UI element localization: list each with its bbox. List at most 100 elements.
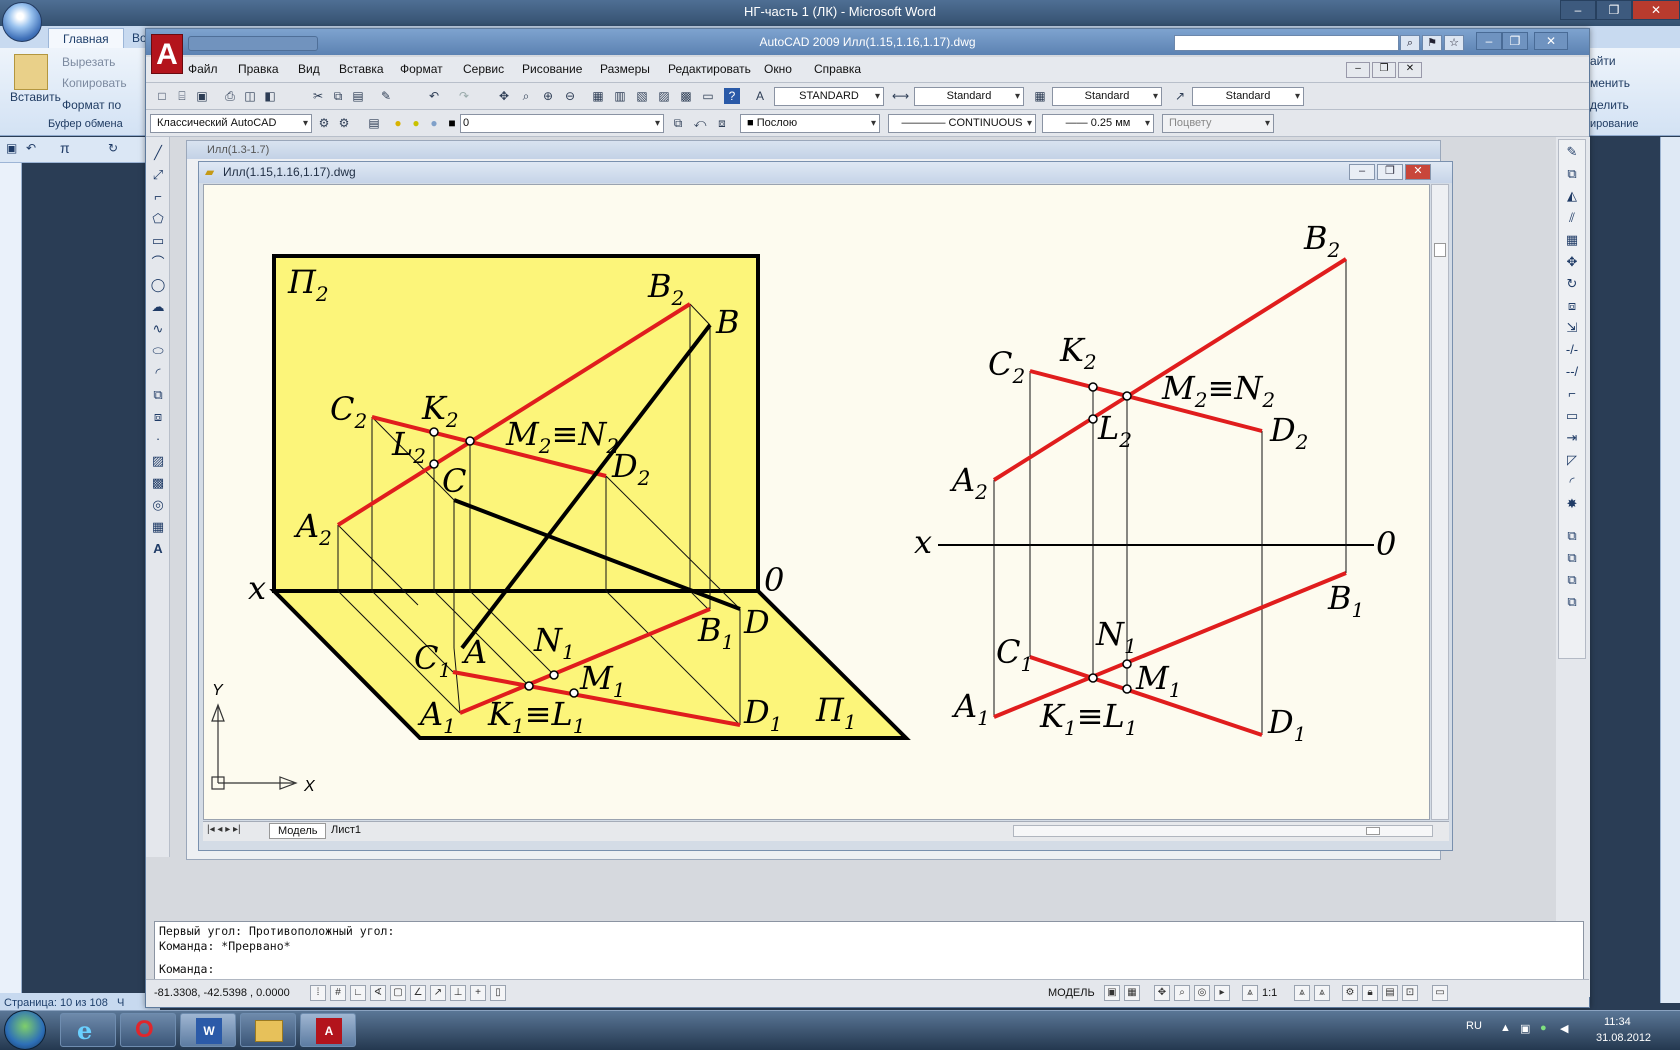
word-maximize-button[interactable]: ❐: [1596, 0, 1632, 20]
trim-icon[interactable]: -/-: [1564, 342, 1580, 358]
infocenter-search-input[interactable]: [1174, 35, 1399, 51]
workspace-switch-icon[interactable]: ⚙: [1342, 985, 1358, 1001]
rotate-icon[interactable]: ↻: [1564, 276, 1580, 292]
menu-view[interactable]: Вид: [298, 62, 320, 76]
menu-close-button[interactable]: ✕: [1398, 62, 1422, 78]
match-properties-icon[interactable]: ✎: [378, 88, 394, 104]
clean-screen-icon[interactable]: ▭: [1432, 985, 1448, 1001]
dim-style-select[interactable]: Standard: [914, 87, 1024, 106]
zoom-previous-icon[interactable]: ⊖: [562, 88, 578, 104]
make-block-icon[interactable]: ⧈: [150, 409, 166, 425]
plot-style-select[interactable]: Поцвету: [1162, 114, 1274, 133]
office-button[interactable]: [2, 2, 42, 42]
polygon-icon[interactable]: ⬠: [150, 211, 166, 227]
zoom-status-icon[interactable]: ⌕: [1174, 985, 1190, 1001]
pan-icon[interactable]: ✥: [496, 88, 512, 104]
table-icon[interactable]: ▦: [150, 519, 166, 535]
favorites-icon[interactable]: ☆: [1444, 35, 1464, 51]
clock-date[interactable]: 31.08.2012: [1596, 1032, 1651, 1044]
redo-icon[interactable]: ↷: [456, 88, 472, 104]
word-close-button[interactable]: ✕: [1632, 0, 1680, 20]
layer-on-icon[interactable]: ●: [390, 115, 406, 131]
design-center-icon[interactable]: ▥: [612, 88, 628, 104]
showmotion-icon[interactable]: ▸: [1214, 985, 1230, 1001]
quick-view-drawings-icon[interactable]: ▦: [1124, 985, 1140, 1001]
tab-navigation-icon[interactable]: |◂ ◂ ▸ ▸|: [207, 824, 241, 835]
join-icon[interactable]: ⇥: [1564, 430, 1580, 446]
properties-icon[interactable]: ▦: [590, 88, 606, 104]
auto-scale-icon[interactable]: ⩓: [1314, 985, 1330, 1001]
taskbar-explorer-button[interactable]: [240, 1013, 296, 1047]
rectangle-icon[interactable]: ▭: [150, 233, 166, 249]
equation-icon[interactable]: π: [60, 140, 70, 156]
pan-status-icon[interactable]: ✥: [1154, 985, 1170, 1001]
layer-unlock-icon[interactable]: ●: [426, 115, 442, 131]
region-icon[interactable]: ◎: [150, 497, 166, 513]
save-icon[interactable]: ▣: [6, 141, 17, 155]
layer-select[interactable]: 0: [460, 114, 664, 133]
autocad-minimize-button[interactable]: –: [1476, 32, 1502, 50]
layer-color-icon[interactable]: ■: [444, 115, 460, 131]
copy-object-icon[interactable]: ⧉: [1564, 166, 1580, 182]
taskbar-ie-button[interactable]: e: [60, 1013, 116, 1047]
paste-icon[interactable]: ▤: [350, 88, 366, 104]
toolbar-lock-icon[interactable]: 🔒︎: [1362, 985, 1378, 1001]
select-button[interactable]: делить: [1590, 98, 1629, 112]
dynamic-ucs-icon[interactable]: ↗: [430, 985, 446, 1001]
draworder-front-icon[interactable]: ⧉: [1564, 528, 1580, 544]
insert-block-icon[interactable]: ⧉: [150, 387, 166, 403]
word-vertical-scrollbar[interactable]: [1660, 137, 1680, 1003]
text-style-select[interactable]: STANDARD: [774, 87, 884, 106]
model-space-toggle[interactable]: МОДЕЛЬ: [1048, 987, 1095, 999]
annotation-scale-icon[interactable]: ⩓: [1242, 985, 1258, 1001]
make-layer-current-icon[interactable]: ⧉: [670, 115, 686, 131]
format-painter-button[interactable]: Формат по: [62, 98, 121, 112]
communication-icon[interactable]: ⚑: [1422, 35, 1442, 51]
help-icon[interactable]: ?: [724, 88, 740, 104]
taskbar-autocad-button[interactable]: A: [300, 1013, 356, 1047]
replace-button[interactable]: менить: [1590, 76, 1630, 90]
taskbar-opera-button[interactable]: O: [120, 1013, 176, 1047]
new-file-icon[interactable]: □: [154, 88, 170, 104]
break-at-point-icon[interactable]: ⌐: [1564, 386, 1580, 402]
table-style-icon[interactable]: ▦: [1032, 88, 1048, 104]
scale-icon[interactable]: ⧈: [1564, 298, 1580, 314]
dynamic-input-icon[interactable]: ⊥: [450, 985, 466, 1001]
draworder-back-icon[interactable]: ⧉: [1564, 550, 1580, 566]
clock-time[interactable]: 11:34: [1604, 1016, 1631, 1028]
search-icon[interactable]: ⌕: [1400, 35, 1420, 51]
stretch-icon[interactable]: ⇲: [1564, 320, 1580, 336]
tab-layout1[interactable]: Лист1: [323, 823, 369, 837]
menu-tools[interactable]: Сервис: [463, 62, 504, 76]
multileader-style-icon[interactable]: ↗: [1172, 88, 1188, 104]
save-icon[interactable]: ▣: [194, 88, 210, 104]
zoom-realtime-icon[interactable]: ⌕: [518, 88, 534, 104]
dim-style-icon[interactable]: ⟷: [892, 88, 909, 104]
point-icon[interactable]: ·: [150, 431, 166, 447]
erase-icon[interactable]: ✎: [1564, 144, 1580, 160]
coordinates-readout[interactable]: -81.3308, -42.5398 , 0.0000: [154, 987, 290, 999]
annotation-scale-value[interactable]: 1:1: [1262, 987, 1277, 999]
sheet-set-icon[interactable]: ▨: [656, 88, 672, 104]
ellipse-icon[interactable]: ⬭: [150, 343, 166, 359]
menu-edit[interactable]: Правка: [238, 62, 279, 76]
menu-help[interactable]: Справка: [814, 62, 861, 76]
spline-icon[interactable]: ∿: [150, 321, 166, 337]
mirror-icon[interactable]: ◭: [1564, 188, 1580, 204]
menu-window[interactable]: Окно: [764, 62, 792, 76]
circle-icon[interactable]: ◯: [150, 277, 166, 293]
drawing-close-button[interactable]: ✕: [1405, 164, 1431, 180]
tool-palettes-icon[interactable]: ▧: [634, 88, 650, 104]
color-select[interactable]: ■ Послою: [740, 114, 880, 133]
grid-display-icon[interactable]: #: [330, 985, 346, 1001]
preview-icon[interactable]: ◫: [242, 88, 258, 104]
cut-button[interactable]: Вырезать: [62, 55, 115, 69]
copy-icon[interactable]: ⧉: [330, 88, 346, 104]
find-button[interactable]: айти: [1590, 54, 1616, 68]
menu-draw[interactable]: Рисование: [522, 62, 582, 76]
hardware-acceleration-icon[interactable]: ▤: [1382, 985, 1398, 1001]
table-style-select[interactable]: Standard: [1052, 87, 1162, 106]
annotation-visibility-icon[interactable]: ⩓: [1294, 985, 1310, 1001]
command-input[interactable]: Команда:: [159, 962, 1579, 977]
paste-button[interactable]: Вставить: [10, 90, 61, 104]
